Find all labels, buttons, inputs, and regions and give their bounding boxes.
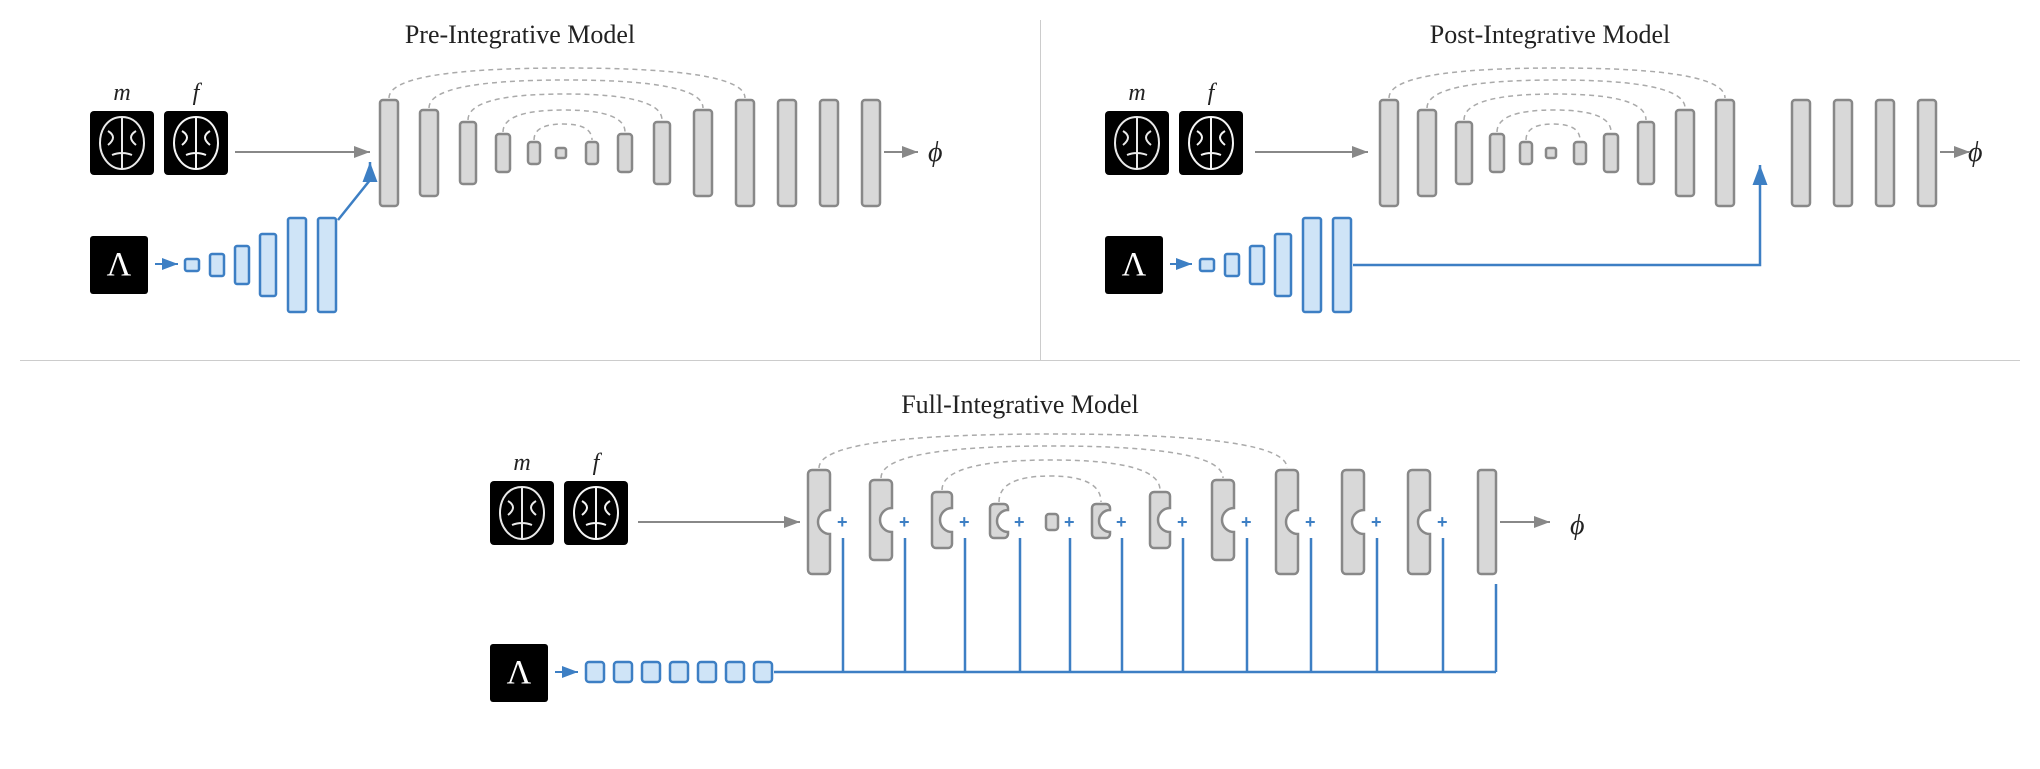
- svg-text:+: +: [1014, 512, 1025, 532]
- diagram-full: + + + + + + + + + + +: [420, 390, 1670, 750]
- diagram-post: [1040, 20, 2020, 350]
- diagram-pre: [20, 20, 1030, 350]
- figure: Pre-Integrative Model m f Λ ϕ: [20, 20, 2020, 749]
- unet-full: [808, 470, 1496, 574]
- svg-text:+: +: [1241, 512, 1252, 532]
- svg-text:+: +: [899, 512, 910, 532]
- svg-text:+: +: [1064, 512, 1075, 532]
- svg-text:+: +: [959, 512, 970, 532]
- svg-text:+: +: [1177, 512, 1188, 532]
- plus-icons: + + + + + + + + + + +: [837, 512, 1448, 532]
- svg-text:+: +: [1305, 512, 1316, 532]
- unet-pre: [380, 100, 880, 206]
- svg-text:+: +: [1371, 512, 1382, 532]
- svg-text:+: +: [1116, 512, 1127, 532]
- panel-divider-horizontal: [20, 360, 2020, 361]
- lambda-encoder-pre: [155, 218, 336, 312]
- skip-connections-pre: [389, 68, 745, 140]
- injection-lines: [843, 538, 1496, 672]
- svg-text:+: +: [1437, 512, 1448, 532]
- svg-text:+: +: [837, 512, 848, 532]
- lambda-mlp-full: [555, 662, 772, 682]
- lambda-encoder-post: [1170, 218, 1351, 312]
- unet-post: [1380, 100, 1936, 206]
- skip-connections-post: [1389, 68, 1725, 140]
